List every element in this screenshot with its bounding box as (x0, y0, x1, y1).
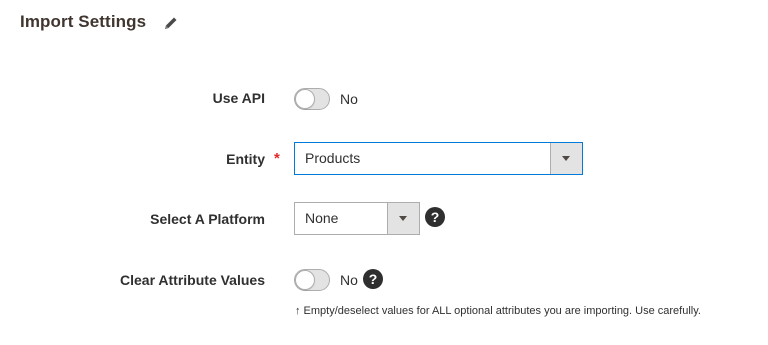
clear-attributes-note: ↑ Empty/deselect values for ALL optional… (295, 305, 701, 317)
entity-select[interactable]: Products (294, 142, 583, 175)
platform-select[interactable]: None (294, 202, 420, 235)
entity-select-value: Products (305, 150, 361, 166)
clear-attributes-state: No (340, 272, 358, 288)
chevron-down-icon (399, 216, 407, 221)
chevron-down-icon (562, 156, 570, 161)
entity-dropdown-button[interactable] (550, 143, 582, 174)
entity-label: Entity (226, 151, 265, 167)
clear-attributes-toggle[interactable] (294, 269, 330, 291)
question-icon[interactable]: ? (425, 207, 445, 227)
use-api-toggle[interactable] (294, 88, 330, 110)
platform-dropdown-button[interactable] (387, 203, 419, 234)
toggle-knob (295, 270, 315, 290)
platform-label: Select A Platform (150, 211, 265, 227)
pencil-icon[interactable] (163, 15, 179, 31)
toggle-knob (295, 89, 315, 109)
use-api-state: No (340, 91, 358, 107)
section-title: Import Settings (20, 12, 147, 31)
platform-select-value: None (305, 210, 339, 226)
clear-attributes-label: Clear Attribute Values (120, 272, 265, 288)
use-api-label: Use API (212, 90, 265, 106)
question-icon[interactable]: ? (363, 269, 383, 289)
required-asterisk: * (274, 150, 280, 167)
